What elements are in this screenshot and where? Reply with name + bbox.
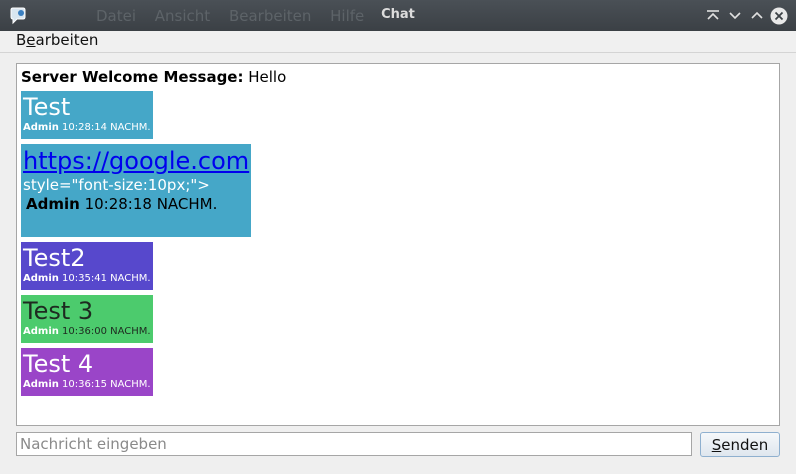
message-meta: Admin 10:36:00 NACHM. (23, 325, 153, 339)
message-text: Test2 (23, 244, 86, 272)
menu-bearbeiten[interactable]: Bearbeiten (16, 31, 98, 49)
window-title: Chat (381, 7, 415, 22)
send-label-rest: enden (721, 435, 769, 454)
welcome-message: Server Welcome Message: Hello (21, 68, 286, 86)
message-user: Admin (23, 273, 59, 284)
message-meta: Admin 10:28:14 NACHM. (23, 121, 153, 135)
menu-bar: Bearbeiten (0, 31, 796, 53)
send-mnemonic: S (711, 435, 722, 454)
close-icon[interactable] (769, 6, 789, 26)
message-user: Admin (26, 195, 80, 213)
message-text: Test 4 (23, 350, 94, 378)
message-time: 10:36:15 NACHM. (58, 379, 151, 390)
welcome-text: Hello (243, 68, 287, 86)
menu-mnemonic: e (26, 31, 36, 49)
message-time: 10:36:00 NACHM. (58, 326, 151, 337)
message-time: 10:35:41 NACHM. (58, 273, 151, 284)
message-text: Test 3 (23, 297, 94, 325)
message-user: Admin (23, 122, 59, 133)
welcome-label: Server Welcome Message: (21, 68, 244, 86)
message-meta: Admin 10:35:41 NACHM. (23, 272, 153, 286)
message-text: Test (23, 93, 71, 121)
chat-message: Test 3 Admin 10:36:00 NACHM. (21, 295, 153, 343)
chat-message: Test Admin 10:28:14 NACHM. (21, 91, 153, 139)
chat-message: Test2 Admin 10:35:41 NACHM. (21, 242, 153, 290)
menu-label-pre: B (16, 31, 27, 49)
message-user: Admin (23, 326, 59, 337)
menu-label-rest: arbeiten (35, 31, 99, 49)
chat-message: Test 4 Admin 10:36:15 NACHM. (21, 348, 153, 396)
message-meta: Admin 10:28:18 NACHM. (23, 194, 251, 214)
message-meta: Admin 10:36:15 NACHM. (23, 378, 153, 392)
message-link[interactable]: https://google.com (23, 146, 251, 176)
keep-above-icon[interactable] (704, 7, 722, 25)
maximize-icon[interactable] (748, 7, 766, 25)
minimize-icon[interactable] (726, 7, 744, 25)
chat-message: https://google.com style="font-size:10px… (21, 144, 251, 237)
send-button[interactable]: Senden (700, 432, 780, 457)
message-input[interactable] (16, 432, 692, 456)
message-time: 10:28:14 NACHM. (58, 122, 151, 133)
message-user: Admin (23, 379, 59, 390)
chat-history[interactable]: Server Welcome Message: Hello Test Admin… (16, 63, 780, 426)
title-bar: Datei Ansicht Bearbeiten Hilfe Chat (0, 0, 796, 31)
message-raw-text: style="font-size:10px;"> (23, 176, 210, 194)
message-time: 10:28:18 NACHM. (79, 195, 218, 213)
